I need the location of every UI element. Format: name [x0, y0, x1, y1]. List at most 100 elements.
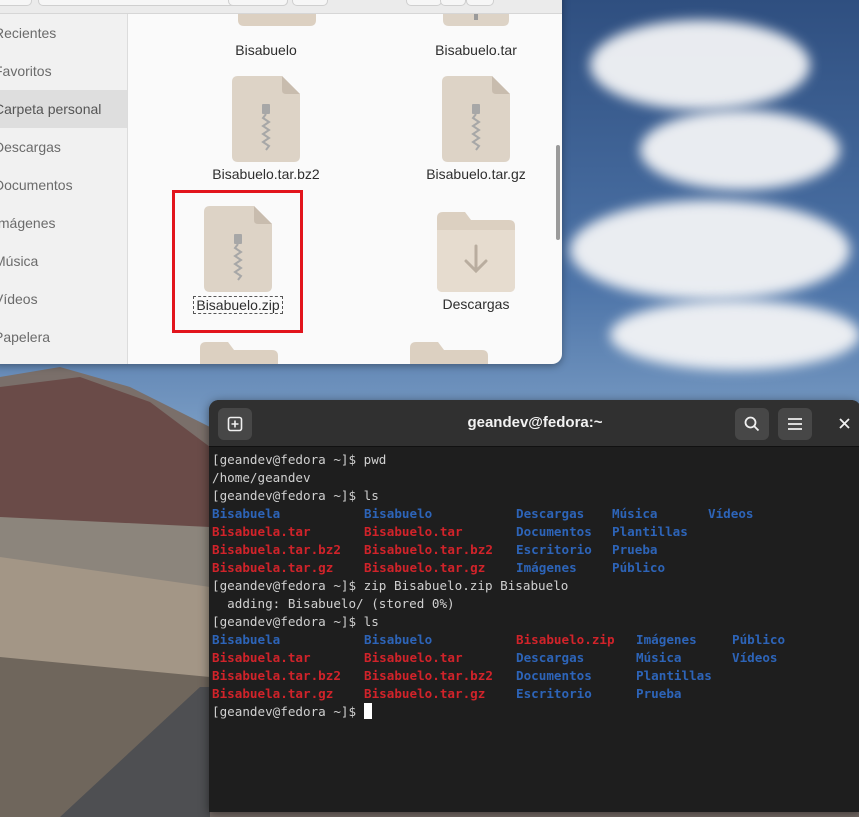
wallpaper-cloud	[570, 200, 850, 300]
folder-download-icon	[386, 208, 562, 292]
ls-entry: Bisabuela.tar.bz2	[212, 542, 341, 557]
ls-entry: Descargas	[516, 506, 585, 521]
search-button[interactable]	[735, 408, 769, 440]
archive-icon	[148, 206, 328, 292]
ls-row: Bisabuela.tar.bz2 Bisabuelo.tar.bz2 Escr…	[212, 541, 859, 559]
ls-entry: Bisabuelo.tar	[364, 524, 463, 539]
file-item-bisabuelo-tar[interactable]: Bisabuelo.tar	[386, 38, 562, 60]
ls-entry: Bisabuelo	[364, 632, 433, 647]
folder-icon	[238, 14, 316, 30]
ls-entry: Bisabuela.tar.bz2	[212, 668, 341, 683]
ls-entry: Bisabuelo	[364, 506, 433, 521]
sidebar-item-label: Imágenes	[0, 215, 56, 231]
menu-button[interactable]	[778, 408, 812, 440]
view-mode-button[interactable]	[440, 0, 466, 6]
terminal-prompt: [geandev@fedora ~]$	[212, 704, 364, 719]
file-label: Bisabuelo.zip	[193, 296, 283, 314]
ls-entry: Bisabuelo.zip	[516, 632, 615, 647]
terminal-line: /home/geandev	[212, 470, 311, 485]
ls-entry: Música	[612, 506, 658, 521]
sidebar-item-videos[interactable]: Vídeos	[0, 280, 127, 318]
sidebar-item-documentos[interactable]: Documentos	[0, 166, 127, 204]
file-manager-window: Recientes Favoritos Carpeta personal Des…	[0, 0, 562, 364]
ls-entry: Bisabuelo.tar.gz	[364, 686, 486, 701]
terminal-headerbar: geandev@fedora:~	[209, 400, 859, 447]
ls-entry: Bisabuelo.tar	[364, 650, 463, 665]
sidebar-item-favoritos[interactable]: Favoritos	[0, 52, 127, 90]
sidebar-item-label: Carpeta personal	[0, 101, 102, 117]
terminal-line: [geandev@fedora ~]$ zip Bisabuelo.zip Bi…	[212, 578, 569, 593]
sidebar-item-label: Música	[0, 253, 39, 269]
sidebar-item-papelera[interactable]: Papelera	[0, 318, 127, 356]
sidebar-item-label: Favoritos	[0, 63, 52, 79]
archive-icon	[386, 76, 562, 162]
sidebar-item-label: Documentos	[0, 177, 73, 193]
text-cursor	[363, 703, 372, 719]
archive-icon	[443, 14, 509, 28]
terminal-window: geandev@fedora:~ [geandev@fedora ~]$ pwd…	[209, 400, 859, 812]
ls-entry: Imágenes	[636, 632, 697, 647]
ls-entry: Escritorio	[516, 686, 592, 701]
wallpaper-cloud	[640, 110, 840, 190]
ls-row: Bisabuela.tar Bisabuelo.tar Documentos P…	[212, 523, 859, 541]
ls-row: Bisabuela Bisabuelo Descargas Música Víd…	[212, 505, 859, 523]
archive-icon	[176, 76, 356, 162]
ls-entry: Documentos	[516, 524, 592, 539]
sidebar-item-descargas[interactable]: Descargas	[0, 128, 127, 166]
ls-entry: Imágenes	[516, 560, 577, 575]
path-menu-button[interactable]	[228, 0, 288, 6]
file-item-descargas[interactable]: Descargas	[386, 208, 562, 314]
ls-entry: Público	[732, 632, 786, 647]
ls-entry: Plantillas	[636, 668, 712, 683]
hamburger-icon	[788, 418, 802, 430]
ls-entry: Bisabuelo.tar.gz	[364, 560, 486, 575]
sidebar-item-musica[interactable]: Música	[0, 242, 127, 280]
ls-entry: Bisabuela	[212, 632, 281, 647]
terminal-line: [geandev@fedora ~]$ pwd	[212, 452, 387, 467]
sidebar-item-recientes[interactable]: Recientes	[0, 14, 127, 52]
wallpaper-cloud	[590, 20, 810, 110]
file-label: Descargas	[442, 296, 510, 312]
folder-icon	[410, 342, 488, 364]
ls-row: Bisabuela Bisabuelo Bisabuelo.zip Imágen…	[212, 631, 859, 649]
menu-button[interactable]	[466, 0, 494, 6]
ls-entry: Escritorio	[516, 542, 592, 557]
terminal-line: adding: Bisabuelo/ (stored 0%)	[212, 596, 455, 611]
ls-row: Bisabuela.tar.bz2 Bisabuelo.tar.bz2 Docu…	[212, 667, 859, 685]
ls-entry: Público	[612, 560, 666, 575]
terminal-prompt-line: [geandev@fedora ~]$	[212, 703, 859, 721]
view-options-button[interactable]	[406, 0, 442, 6]
sidebar-item-label: Papelera	[0, 329, 51, 345]
file-label: Bisabuelo	[235, 42, 297, 58]
back-button[interactable]	[0, 0, 32, 6]
ls-entry: Bisabuela.tar	[212, 524, 311, 539]
sidebar-item-carpeta-personal[interactable]: Carpeta personal	[0, 90, 127, 128]
sidebar-item-imagenes[interactable]: Imágenes	[0, 204, 127, 242]
file-manager-headerbar	[0, 0, 562, 14]
ls-entry: Bisabuela.tar	[212, 650, 311, 665]
sidebar-item-label: Recientes	[0, 25, 57, 41]
ls-entry: Bisabuela.tar.gz	[212, 686, 334, 701]
search-button[interactable]	[292, 0, 328, 6]
ls-row: Bisabuela.tar.gz Bisabuelo.tar.gz Escrit…	[212, 685, 859, 703]
ls-entry: Bisabuelo.tar.bz2	[364, 668, 493, 683]
file-item-bisabuelo-tar-gz[interactable]: Bisabuelo.tar.gz	[386, 76, 562, 184]
ls-entry: Bisabuela	[212, 506, 281, 521]
terminal-line: [geandev@fedora ~]$ ls	[212, 614, 379, 629]
file-item-bisabuelo-tar-bz2[interactable]: Bisabuelo.tar.bz2	[176, 76, 356, 184]
ls-entry: Documentos	[516, 668, 592, 683]
ls-entry: Prueba	[636, 686, 682, 701]
ls-row: Bisabuela.tar.gz Bisabuelo.tar.gz Imágen…	[212, 559, 859, 577]
ls-entry: Música	[636, 650, 682, 665]
file-item-bisabuelo-zip[interactable]: Bisabuelo.zip	[148, 206, 328, 315]
file-label: Bisabuelo.tar.gz	[426, 166, 526, 182]
terminal-output[interactable]: [geandev@fedora ~]$ pwd /home/geandev [g…	[212, 451, 859, 812]
file-item-bisabuelo[interactable]: Bisabuelo	[176, 38, 356, 60]
ls-entry: Bisabuela.tar.gz	[212, 560, 334, 575]
places-sidebar: Recientes Favoritos Carpeta personal Des…	[0, 14, 128, 364]
ls-row: Bisabuela.tar Bisabuelo.tar Descargas Mú…	[212, 649, 859, 667]
close-button[interactable]	[833, 412, 855, 434]
folder-icon	[200, 342, 278, 364]
ls-entry: Plantillas	[612, 524, 688, 539]
ls-entry: Vídeos	[732, 650, 778, 665]
